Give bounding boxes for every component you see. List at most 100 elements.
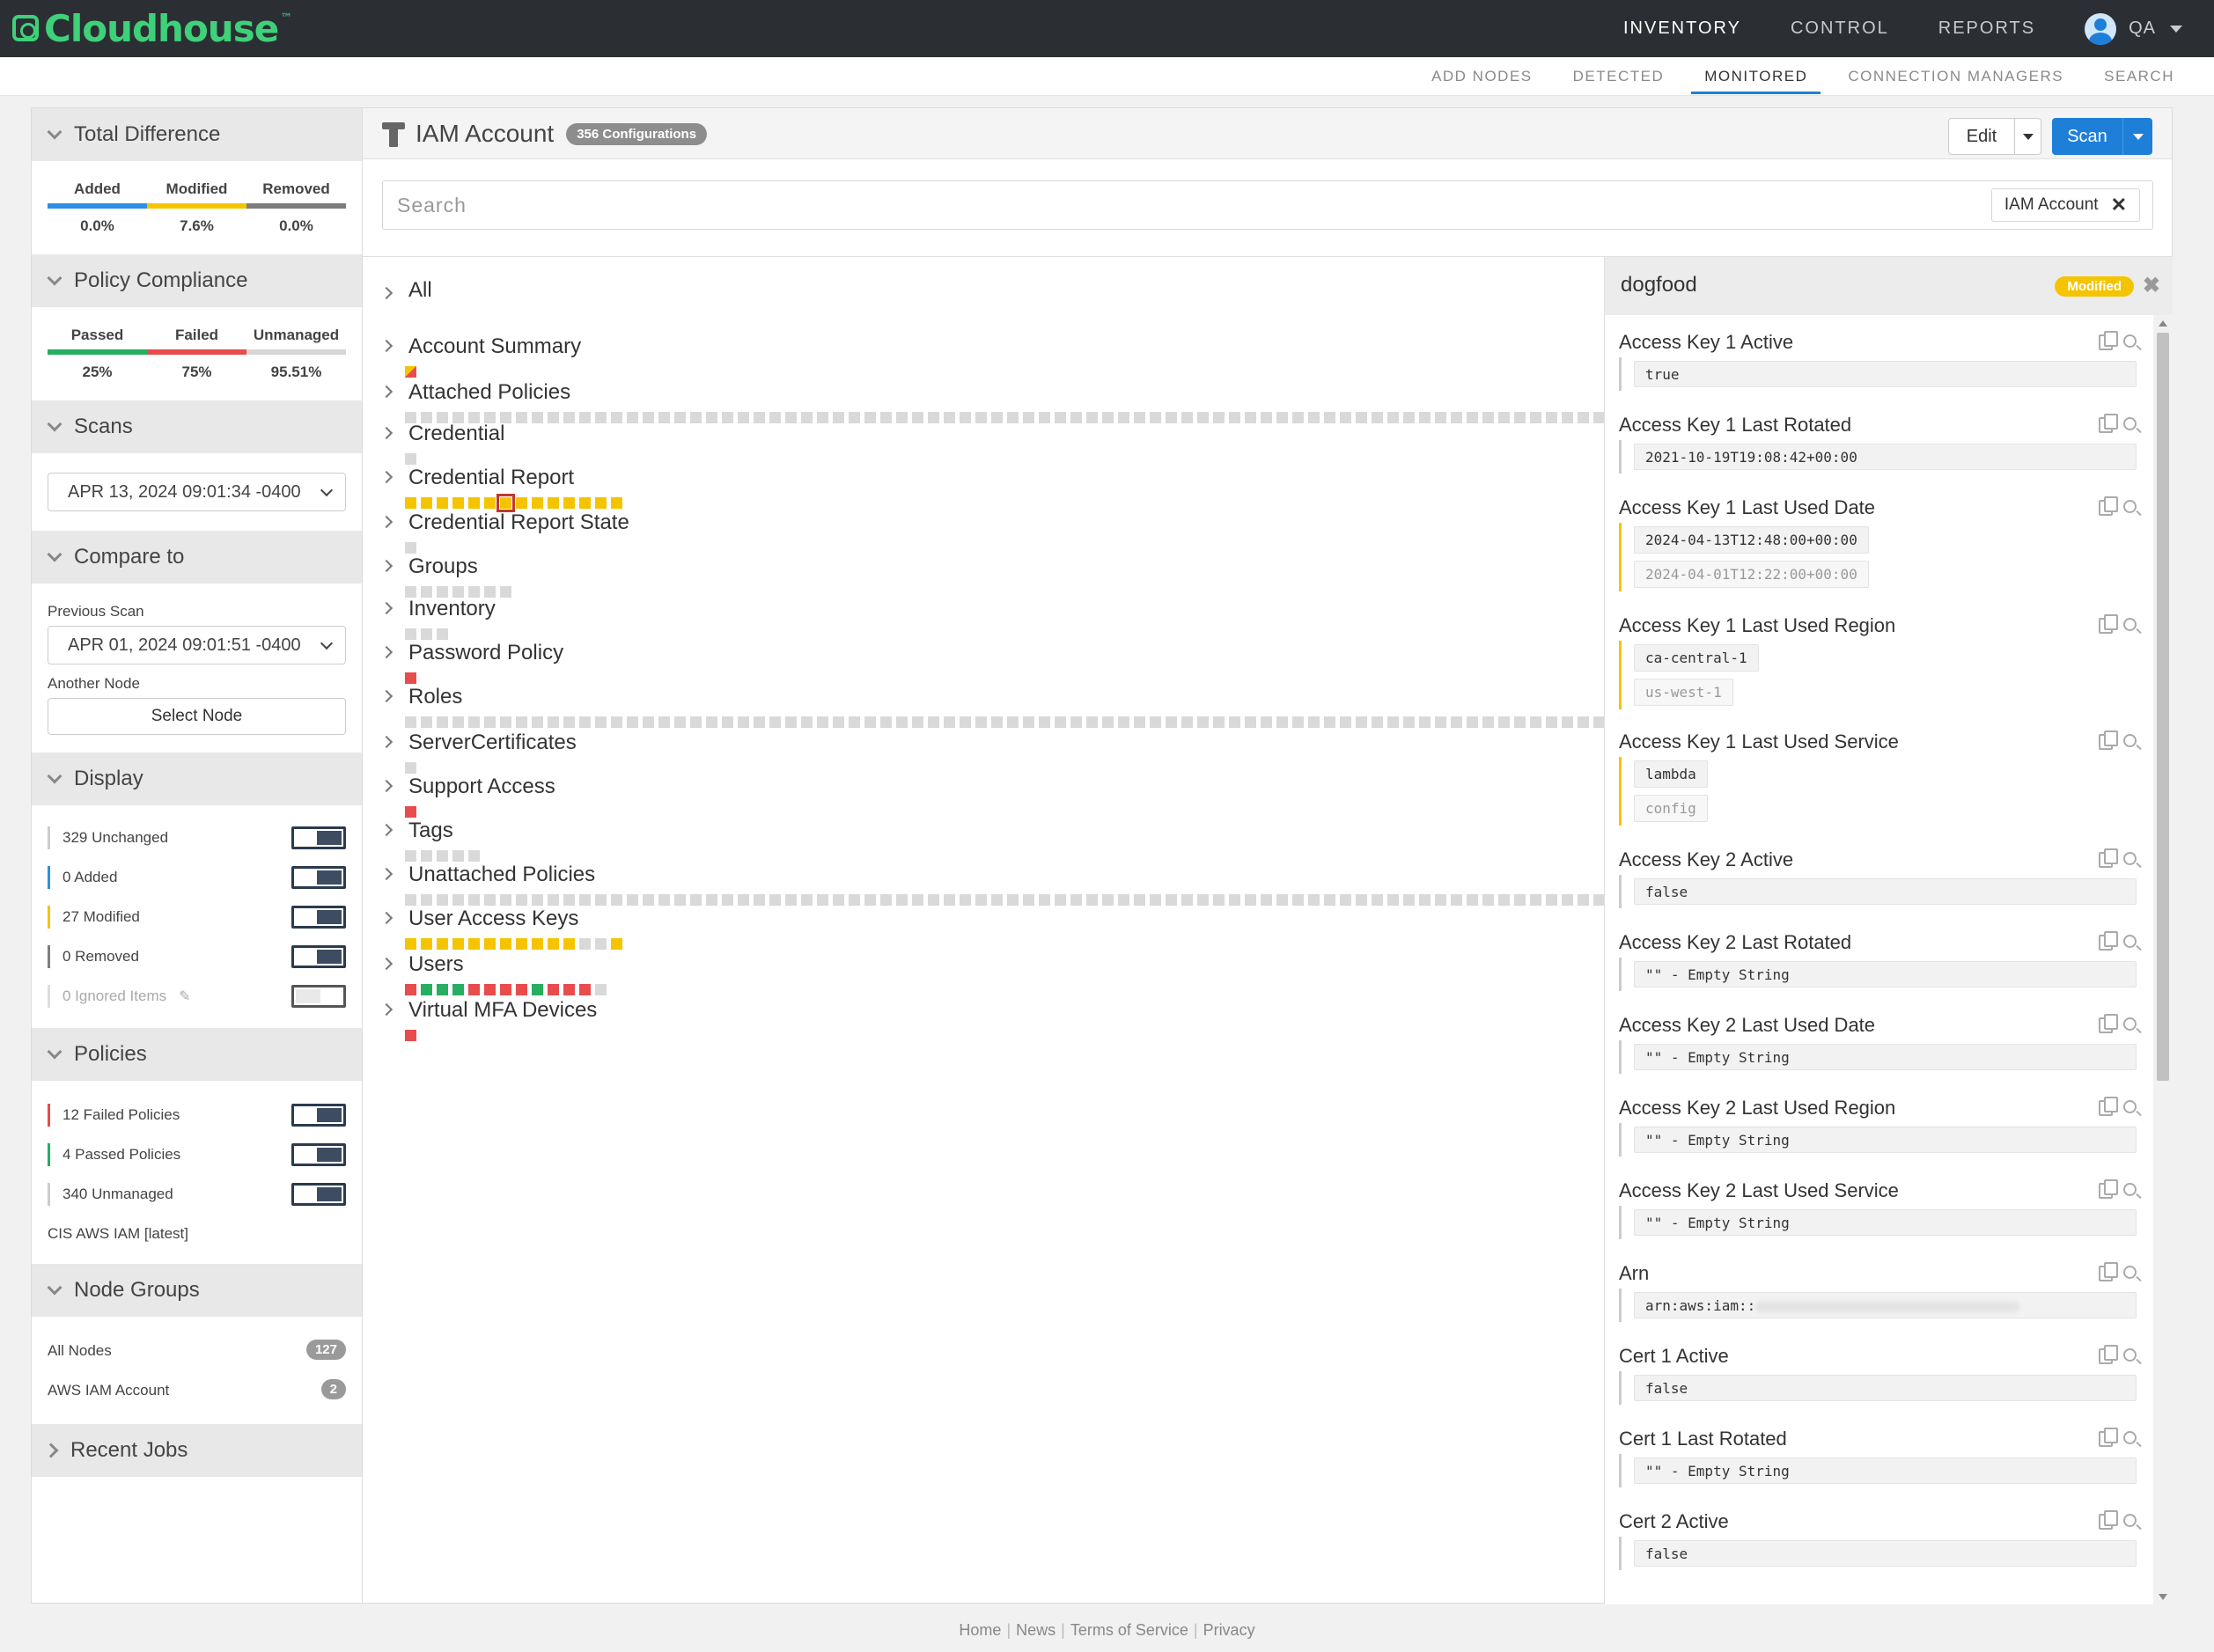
- added-toggle[interactable]: [291, 866, 346, 889]
- chevron-right-icon[interactable]: [379, 911, 394, 925]
- search-icon[interactable]: [2123, 1100, 2137, 1113]
- search-icon[interactable]: [2123, 1017, 2137, 1031]
- search-icon[interactable]: [2123, 1514, 2137, 1527]
- edit-icon[interactable]: ✎: [179, 988, 190, 1005]
- select-node-button[interactable]: Select Node: [48, 698, 346, 735]
- search-icon[interactable]: [2123, 1266, 2137, 1279]
- chevron-right-icon[interactable]: [379, 286, 394, 300]
- chevron-right-icon[interactable]: [379, 426, 394, 440]
- scan-select[interactable]: APR 13, 2024 09:01:34 -0400: [48, 473, 346, 511]
- current-value[interactable]: false: [1634, 1375, 2137, 1401]
- edit-dropdown-button[interactable]: [2015, 118, 2041, 155]
- previous-value[interactable]: us-west-1: [1634, 679, 1733, 706]
- chevron-right-icon[interactable]: [379, 339, 394, 353]
- current-value[interactable]: true: [1634, 361, 2137, 387]
- previous-value[interactable]: config: [1634, 795, 1708, 822]
- chevron-right-icon[interactable]: [379, 779, 394, 793]
- scan-button[interactable]: Scan: [2052, 118, 2122, 155]
- scroll-down-icon[interactable]: [2159, 1594, 2167, 1600]
- copy-icon[interactable]: [2099, 1345, 2118, 1364]
- copy-icon[interactable]: [2099, 1262, 2118, 1281]
- chevron-right-icon[interactable]: [379, 823, 394, 837]
- previous-scan-select[interactable]: APR 01, 2024 09:01:51 -0400: [48, 626, 346, 664]
- node-groups-header[interactable]: Node Groups: [32, 1264, 362, 1317]
- user-menu[interactable]: QA: [2085, 12, 2182, 45]
- search-icon[interactable]: [2123, 734, 2137, 747]
- search-input[interactable]: [383, 181, 1879, 229]
- current-value[interactable]: false: [1634, 878, 2137, 905]
- chevron-right-icon[interactable]: [379, 1002, 394, 1017]
- current-value[interactable]: "" - Empty String: [1634, 961, 2137, 988]
- chevron-right-icon[interactable]: [379, 735, 394, 749]
- close-icon[interactable]: ✖: [2143, 273, 2160, 298]
- current-value[interactable]: "" - Empty String: [1634, 1209, 2137, 1236]
- scroll-up-icon[interactable]: [2159, 320, 2167, 327]
- recent-jobs-header[interactable]: Recent Jobs: [32, 1424, 362, 1477]
- current-value[interactable]: lambda: [1634, 760, 1708, 788]
- current-value[interactable]: 2024-04-13T12:48:00+00:00: [1634, 526, 1869, 554]
- copy-icon[interactable]: [2099, 931, 2118, 951]
- close-icon[interactable]: ✕: [2111, 194, 2127, 217]
- copy-icon[interactable]: [2099, 1014, 2118, 1033]
- modified-toggle[interactable]: [291, 906, 346, 929]
- footer-link-news[interactable]: News: [1016, 1621, 1056, 1639]
- search-icon[interactable]: [2123, 618, 2137, 631]
- chevron-right-icon[interactable]: [379, 957, 394, 971]
- search-icon[interactable]: [2123, 500, 2137, 513]
- nav-reports[interactable]: REPORTS: [1938, 18, 2035, 39]
- edit-button[interactable]: Edit: [1948, 118, 2015, 155]
- total-difference-header[interactable]: Total Difference: [32, 108, 362, 161]
- policies-header[interactable]: Policies: [32, 1028, 362, 1081]
- status-square[interactable]: [405, 1030, 416, 1041]
- subnav-connection-managers[interactable]: CONNECTION MANAGERS: [1835, 57, 2077, 94]
- chevron-right-icon[interactable]: [379, 601, 394, 615]
- removed-toggle[interactable]: [291, 945, 346, 968]
- policy-compliance-header[interactable]: Policy Compliance: [32, 254, 362, 307]
- copy-icon[interactable]: [2099, 848, 2118, 868]
- unchanged-toggle[interactable]: [291, 826, 346, 849]
- copy-icon[interactable]: [2099, 1428, 2118, 1447]
- nav-control[interactable]: CONTROL: [1791, 18, 1889, 39]
- detail-scrollbar[interactable]: [2153, 315, 2173, 1604]
- current-value[interactable]: ca-central-1: [1634, 644, 1759, 672]
- scrollbar-thumb[interactable]: [2157, 333, 2169, 1081]
- cloudhouse-logo[interactable]: Cloudhouse ™: [12, 4, 292, 53]
- copy-icon[interactable]: [2099, 1097, 2118, 1116]
- chevron-right-icon[interactable]: [379, 689, 394, 703]
- scan-dropdown-button[interactable]: [2122, 118, 2152, 155]
- current-value[interactable]: "" - Empty String: [1634, 1127, 2137, 1153]
- chevron-right-icon[interactable]: [379, 515, 394, 529]
- nav-inventory[interactable]: INVENTORY: [1623, 18, 1741, 39]
- ignored-toggle[interactable]: [291, 985, 346, 1008]
- subnav-add-nodes[interactable]: ADD NODES: [1418, 57, 1546, 94]
- search-icon[interactable]: [2123, 1183, 2137, 1196]
- search-icon[interactable]: [2123, 1431, 2137, 1444]
- subnav-search[interactable]: SEARCH: [2091, 57, 2188, 94]
- scans-header[interactable]: Scans: [32, 400, 362, 453]
- current-value[interactable]: false: [1634, 1540, 2137, 1567]
- search-icon[interactable]: [2123, 417, 2137, 430]
- node-group-all-nodes[interactable]: All Nodes 127: [32, 1331, 362, 1370]
- footer-link-terms[interactable]: Terms of Service: [1070, 1621, 1188, 1639]
- node-group-aws-iam-account[interactable]: AWS IAM Account 2: [32, 1370, 362, 1410]
- chevron-right-icon[interactable]: [379, 470, 394, 484]
- chevron-right-icon[interactable]: [379, 385, 394, 399]
- search-icon[interactable]: [2123, 935, 2137, 948]
- copy-icon[interactable]: [2099, 731, 2118, 750]
- current-value[interactable]: "" - Empty String: [1634, 1457, 2137, 1484]
- chevron-right-icon[interactable]: [379, 559, 394, 573]
- copy-icon[interactable]: [2099, 414, 2118, 433]
- search-icon[interactable]: [2123, 334, 2137, 348]
- search-icon[interactable]: [2123, 852, 2137, 865]
- current-value[interactable]: "" - Empty String: [1634, 1044, 2137, 1070]
- filter-chip[interactable]: IAM Account ✕: [1990, 188, 2140, 222]
- chevron-right-icon[interactable]: [379, 867, 394, 881]
- search-icon[interactable]: [2123, 1348, 2137, 1362]
- copy-icon[interactable]: [2099, 1179, 2118, 1199]
- tree-item[interactable]: Virtual MFA Devices: [363, 984, 1604, 1054]
- passed-policies-toggle[interactable]: [291, 1143, 346, 1166]
- current-value[interactable]: arn:aws:iam::: [1634, 1292, 2137, 1318]
- policy-framework[interactable]: CIS AWS IAM [latest]: [32, 1214, 362, 1253]
- copy-icon[interactable]: [2099, 331, 2118, 350]
- display-header[interactable]: Display: [32, 753, 362, 805]
